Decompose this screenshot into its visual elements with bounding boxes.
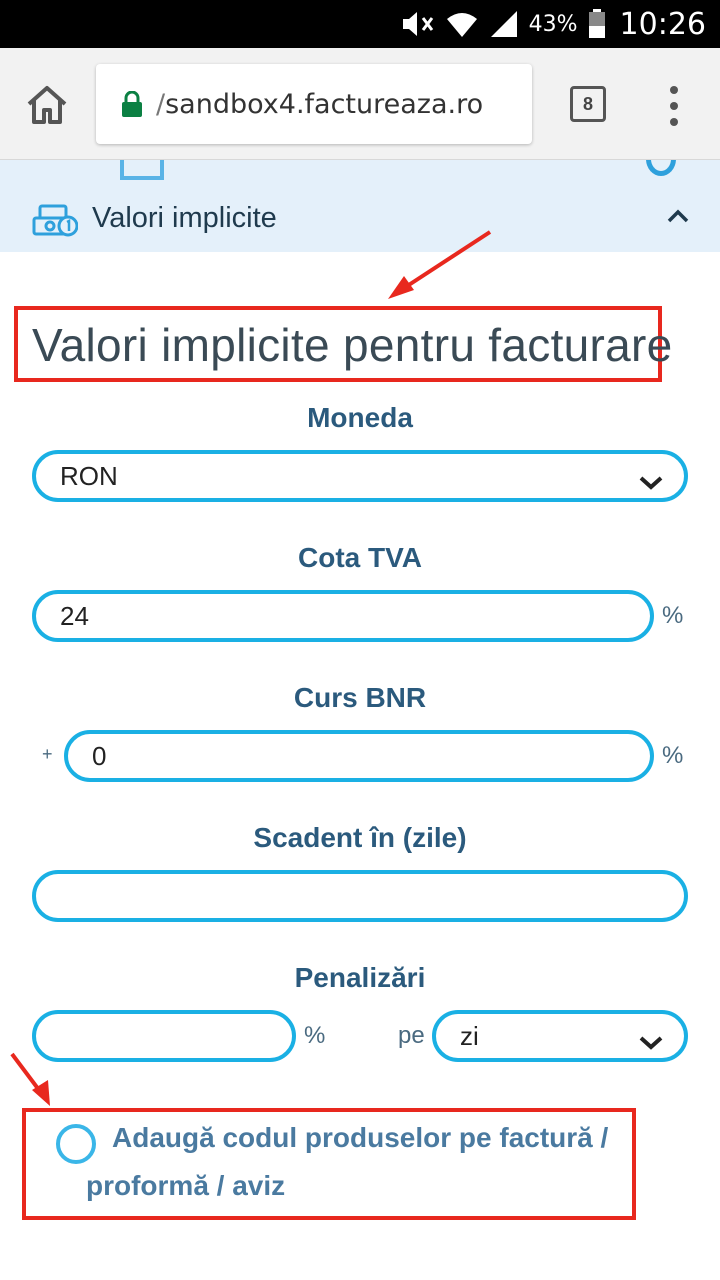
money-icon — [32, 204, 79, 238]
chevron-down-icon — [638, 468, 664, 490]
penalty-label: Penalizări — [294, 962, 426, 993]
currency-select[interactable]: RON — [32, 450, 688, 502]
bnr-label: Curs BNR — [293, 682, 427, 713]
annotation-arrow — [10, 1052, 50, 1106]
vat-value: 24 — [60, 600, 89, 631]
accordion-title: Valori implicite — [92, 202, 277, 234]
document-settings-icon — [120, 160, 164, 180]
accordion-valori-implicite[interactable]: Valori implicite — [0, 182, 720, 252]
product-code-checkbox[interactable] — [56, 1124, 96, 1164]
penalty-period-value: zi — [460, 1020, 479, 1051]
penalty-input[interactable] — [32, 1010, 296, 1062]
vat-input[interactable]: 24 — [32, 590, 654, 642]
signal-icon — [489, 9, 519, 39]
bnr-prefix: + — [42, 744, 53, 764]
penalty-period-select[interactable]: zi — [432, 1010, 688, 1062]
page-title: Valori implicite pentru facturare — [32, 319, 673, 371]
wrench-icon — [646, 160, 676, 176]
lock-icon — [120, 90, 144, 117]
home-icon[interactable] — [24, 82, 70, 128]
previous-section-peek — [0, 160, 720, 182]
bnr-value: 0 — [92, 740, 107, 771]
clock: 10:26 — [619, 6, 706, 42]
penalty-unit: % — [304, 1022, 326, 1049]
currency-value: RON — [60, 460, 118, 491]
due-days-label: Scadent în (zile) — [253, 822, 467, 853]
status-bar: 43% 10:26 — [0, 0, 720, 48]
penalty-per-label: pe — [398, 1022, 425, 1049]
mute-icon — [399, 9, 435, 39]
chevron-down-icon — [638, 1028, 664, 1050]
tabs-icon[interactable]: 8 — [570, 86, 606, 122]
url-text: /sandbox4.factureaza.ro — [156, 88, 484, 120]
vat-unit: % — [662, 602, 684, 629]
battery-percent: 43% — [528, 11, 578, 37]
product-code-label[interactable]: Adaugă codul produselor pe factură / — [112, 1122, 608, 1154]
address-bar[interactable]: /sandbox4.factureaza.ro — [96, 64, 532, 144]
browser-toolbar: /sandbox4.factureaza.ro 8 — [0, 48, 720, 160]
wifi-icon — [445, 9, 479, 39]
battery-icon — [588, 9, 606, 39]
vat-label: Cota TVA — [298, 542, 422, 573]
bnr-unit: % — [662, 742, 684, 769]
bnr-input[interactable]: 0 — [64, 730, 654, 782]
product-code-label-continued[interactable]: proformă / aviz — [86, 1170, 285, 1202]
currency-label: Moneda — [307, 402, 413, 433]
due-days-input[interactable] — [32, 870, 688, 922]
overflow-menu-icon[interactable] — [668, 86, 680, 126]
chevron-up-icon[interactable] — [666, 208, 690, 224]
annotation-arrow — [388, 230, 492, 299]
